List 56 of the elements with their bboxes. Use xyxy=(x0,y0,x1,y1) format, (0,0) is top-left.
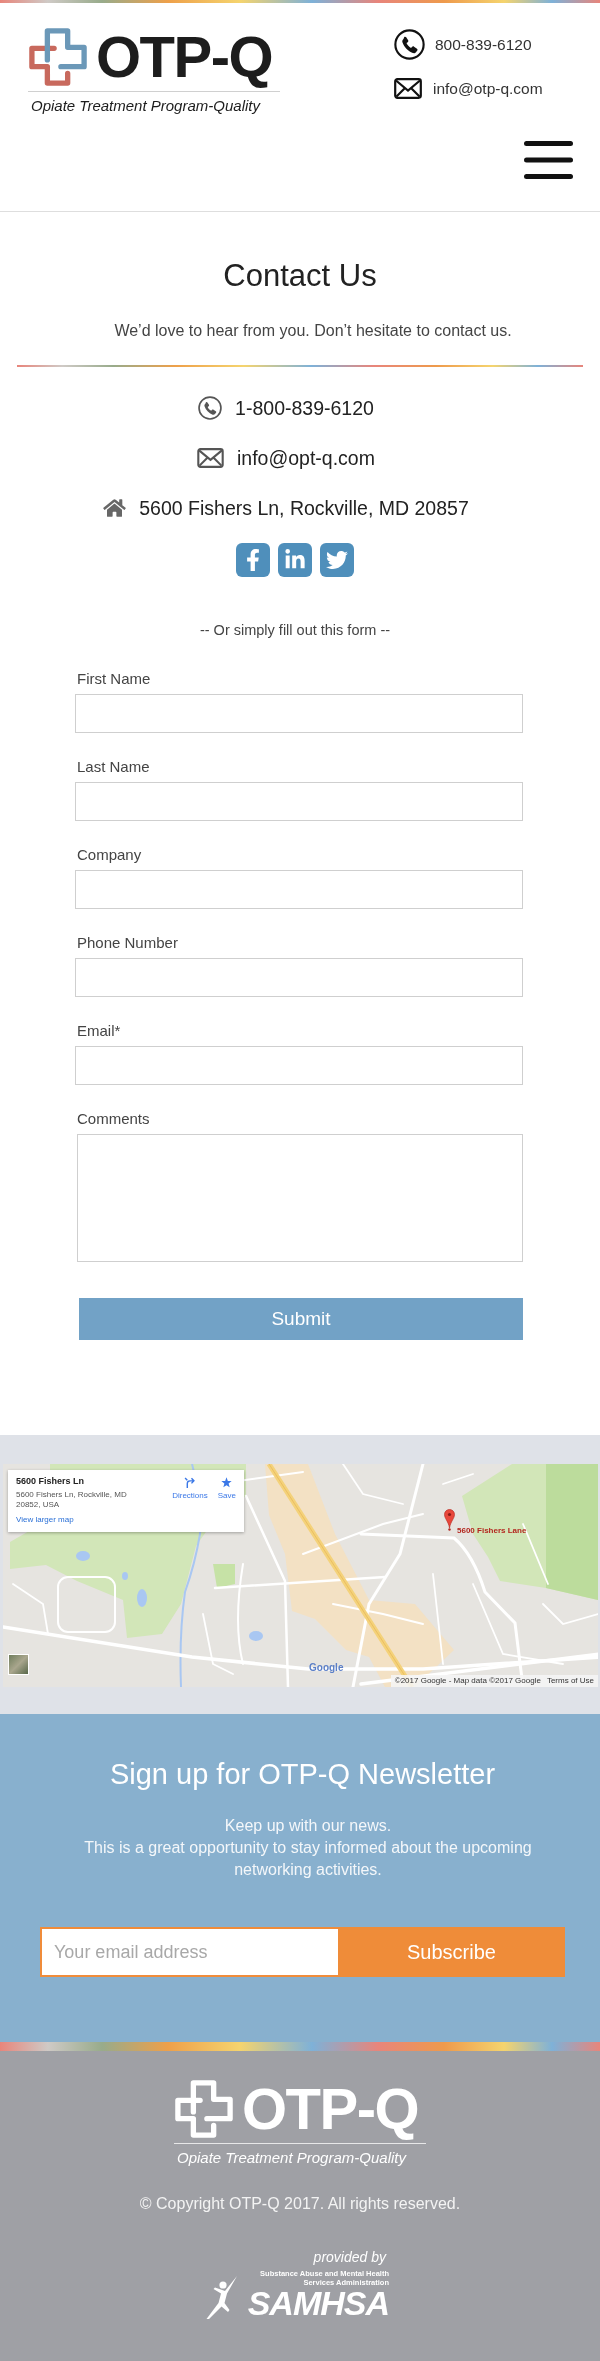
house-icon xyxy=(103,498,127,518)
input-field[interactable] xyxy=(75,870,523,909)
map-pin-icon xyxy=(444,1509,455,1531)
page-title: Contact Us xyxy=(223,257,377,295)
star-icon xyxy=(221,1477,233,1488)
field-label: First Name xyxy=(76,669,152,689)
terms-link[interactable]: Terms of Use xyxy=(546,1676,594,1686)
field-label: Phone Number xyxy=(76,933,179,953)
field-label: Company xyxy=(76,845,143,865)
email-input[interactable]: Your email address xyxy=(40,1927,338,1977)
page-subtitle: We’d love to hear from you. Don’t hesitate to contact us. xyxy=(113,321,512,341)
place-title: 5600 Fishers Ln xyxy=(16,1476,86,1487)
sponsor-wordmark: SAMHSA xyxy=(247,2287,389,2319)
newsletter-text: This is a great opportunity to stay informed about the upcoming networking activities. xyxy=(83,1838,533,1880)
facebook-icon[interactable] xyxy=(235,543,270,577)
cross-logo-icon xyxy=(28,28,88,86)
directions-button[interactable]: Directions xyxy=(172,1477,208,1501)
place-address: 5600 Fishers Ln, Rockville, MD 20852, USA xyxy=(16,1490,128,1510)
marker-label: 5600 Fishers Lane xyxy=(457,1526,527,1536)
larger-map-link[interactable]: View larger map xyxy=(16,1515,156,1525)
envelope-icon xyxy=(197,448,224,468)
turn-arrow-icon xyxy=(184,1477,196,1488)
map-attribution: ©2017 Google - Map data ©2017 Google xyxy=(394,1676,541,1686)
email-link[interactable]: info@otp-q.com xyxy=(433,79,543,98)
field-label: Comments xyxy=(76,1109,151,1129)
save-button[interactable]: Save xyxy=(217,1477,236,1501)
input-field[interactable] xyxy=(75,1046,523,1085)
copyright-text: © Copyright OTP-Q 2017. All rights reserved. xyxy=(139,2194,461,2214)
email-link[interactable]: info@opt-q.com xyxy=(237,446,375,470)
cross-logo-icon xyxy=(174,2080,234,2138)
form-intro: -- Or simply fill out this form -- xyxy=(199,621,391,640)
map-provider-logo: Google xyxy=(309,1662,344,1674)
logo-wordmark: OTP-Q xyxy=(96,27,273,87)
logo-wordmark: OTP-Q xyxy=(242,2079,419,2139)
envelope-icon xyxy=(394,78,422,99)
newsletter-title: Sign up for OTP-Q Newsletter xyxy=(109,1757,496,1792)
logo-tagline: Opiate Treatment Program-Quality xyxy=(30,97,262,114)
phone-link[interactable]: 1-800-839-6120 xyxy=(235,396,374,420)
textarea-field[interactable] xyxy=(77,1134,523,1262)
input-field[interactable] xyxy=(75,782,523,821)
menu-icon[interactable] xyxy=(524,141,573,179)
person-figure-icon xyxy=(206,2276,237,2319)
provided-by-text: provided by xyxy=(313,2248,388,2266)
linkedin-icon[interactable] xyxy=(277,543,312,577)
phone-icon xyxy=(394,29,425,60)
input-field[interactable] xyxy=(75,694,523,733)
field-label: Last Name xyxy=(76,757,151,777)
field-label: Email* xyxy=(76,1021,122,1041)
newsletter-text: Keep up with our news. xyxy=(224,1816,392,1836)
satellite-view-thumbnail[interactable] xyxy=(8,1654,29,1675)
phone-icon xyxy=(198,396,223,420)
address-text: 5600 Fishers Ln, Rockville, MD 20857 xyxy=(139,496,469,520)
input-field[interactable] xyxy=(75,958,523,997)
twitter-icon[interactable] xyxy=(319,543,354,577)
phone-link[interactable]: 800-839-6120 xyxy=(435,35,532,54)
logo-tagline: Opiate Treatment Program-Quality xyxy=(176,2149,408,2166)
